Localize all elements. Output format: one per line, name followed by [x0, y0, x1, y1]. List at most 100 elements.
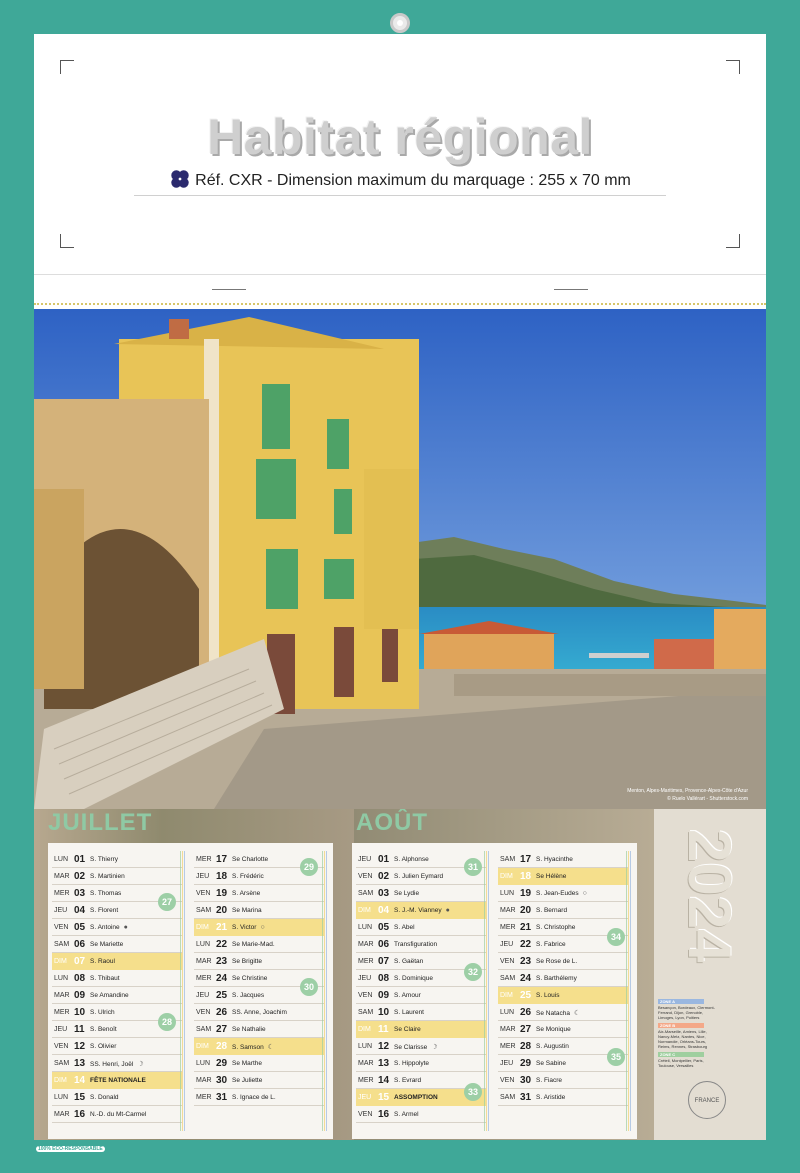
weekday: VEN: [196, 890, 211, 897]
saint-name: Se Nathalie: [232, 1026, 266, 1033]
day-row: MAR 27 Se Monique: [498, 1021, 628, 1038]
day-column: LUN 01 S. Thierry MAR 02 S. Martinien MER 03 S. …: [52, 851, 182, 1123]
page-title: Habitat régional: [207, 109, 593, 165]
day-number: 20: [216, 905, 228, 916]
weekday: MER: [358, 1077, 374, 1084]
weekday: MER: [196, 856, 212, 863]
year-label: 2024: [676, 829, 743, 963]
moon-phase-icon: ●: [445, 907, 450, 914]
day-row: LUN 26 Se Natacha ☾: [498, 1004, 628, 1021]
day-number: 04: [378, 905, 390, 916]
day-row: DIM 21 S. Victor ○: [194, 919, 324, 936]
day-number: 13: [74, 1058, 86, 1069]
saint-name: S. Benoît: [90, 1026, 117, 1033]
day-row: LUN 19 S. Jean-Eudes ○: [498, 885, 628, 902]
saint-name: Se Natacha ☾: [536, 1010, 581, 1017]
day-row: LUN 08 S. Thibaut: [52, 970, 182, 987]
weekday: SAM: [358, 890, 374, 897]
weekday: JEU: [196, 873, 210, 880]
calendar-grid: JUILLET AOÛT LUN 01 S. Thierry MAR 02 S. Mart…: [34, 809, 766, 1140]
day-number: 17: [520, 854, 532, 865]
saint-name: S. Ulrich: [90, 1009, 115, 1016]
moon-phase-icon: ☾: [573, 1010, 581, 1017]
weekday: LUN: [358, 1043, 373, 1050]
day-row: DIM 25 S. Louis: [498, 987, 628, 1004]
day-row: DIM 18 Se Hélène: [498, 868, 628, 885]
reference-text: Réf. CXR - Dimension maximum du marquage…: [195, 172, 631, 189]
weekday: MAR: [196, 958, 212, 965]
day-number: 16: [378, 1109, 390, 1120]
weekday: MER: [54, 1009, 70, 1016]
divider: [134, 195, 666, 196]
weekday: JEU: [358, 856, 372, 863]
saint-name: S. Louis: [536, 992, 560, 999]
zone-cities: Aix-Marseille, Amiens, Lille, Nancy-Metz…: [658, 1029, 708, 1049]
weekday: SAM: [54, 1060, 70, 1067]
saint-name: Se Amandine: [90, 992, 129, 999]
weekday: LUN: [500, 1009, 515, 1016]
saint-name: S. Aristide: [536, 1094, 566, 1101]
day-row: LUN 15 S. Donald: [52, 1089, 182, 1106]
weekday: DIM: [196, 1043, 209, 1050]
reference-line: Réf. CXR - Dimension maximum du marquage…: [34, 168, 766, 190]
day-number: 29: [216, 1058, 228, 1069]
saint-name: FÊTE NATIONALE: [90, 1077, 146, 1084]
saint-name: Se Marthe: [232, 1060, 262, 1067]
day-row: VEN 05 S. Antoine ●: [52, 919, 182, 936]
crop-mark: [60, 234, 74, 248]
landscape-photo: Menton, Alpes-Maritimes, Provence-Alpes-…: [34, 309, 766, 809]
menton-scene-image: [34, 309, 766, 809]
day-number: 08: [378, 973, 390, 984]
week-number-badge: 29: [300, 858, 318, 876]
zone-cities: Créteil, Montpellier, Paris, Toulouse, V…: [658, 1058, 704, 1068]
saint-name: Se Monique: [536, 1026, 571, 1033]
weekday: VEN: [500, 1077, 515, 1084]
weekday: VEN: [54, 1043, 69, 1050]
crop-mark: [726, 234, 740, 248]
day-row: VEN 12 S. Olivier: [52, 1038, 182, 1055]
saint-name: S. Martinien: [90, 873, 125, 880]
saint-name: S. Hyacinthe: [536, 856, 573, 863]
saint-name: S. Fiacre: [536, 1077, 563, 1084]
weekday: DIM: [500, 873, 513, 880]
moon-phase-icon: ○: [260, 924, 265, 931]
week-number-badge: 33: [464, 1083, 482, 1101]
saint-name: Transfiguration: [394, 941, 438, 948]
saint-name: Se Brigitte: [232, 958, 262, 965]
day-row: LUN 22 Se Marie-Mad.: [194, 936, 324, 953]
day-number: 28: [216, 1041, 228, 1052]
saint-name: Se Lydie: [394, 890, 420, 897]
weekday: SAM: [358, 1009, 374, 1016]
weekday: JEU: [500, 941, 514, 948]
weekday: DIM: [358, 907, 371, 914]
day-number: 12: [378, 1041, 390, 1052]
day-number: 11: [74, 1024, 85, 1035]
saint-name: S. Evrard: [394, 1077, 422, 1084]
weekday: VEN: [54, 924, 69, 931]
day-number: 05: [74, 922, 86, 933]
saint-name: S. Augustin: [536, 1043, 569, 1050]
day-row: SAM 06 Se Mariette: [52, 936, 182, 953]
day-row: VEN 09 S. Amour: [356, 987, 486, 1004]
week-number-badge: 31: [464, 858, 482, 876]
weekday: JEU: [54, 907, 68, 914]
weekday: JEU: [500, 1060, 514, 1067]
saint-name: Se Rose de L.: [536, 958, 578, 965]
day-row: MAR 09 Se Amandine: [52, 987, 182, 1004]
zone-label: ZONE A: [658, 999, 704, 1004]
day-number: 21: [216, 922, 228, 933]
weekday: VEN: [358, 1111, 373, 1118]
week-number-badge: 32: [464, 963, 482, 981]
weekday: MAR: [54, 873, 70, 880]
weekday: MER: [500, 1043, 516, 1050]
day-number: 20: [520, 905, 532, 916]
day-number: 10: [74, 1007, 86, 1018]
day-row: MAR 20 S. Bernard: [498, 902, 628, 919]
weekday: SAM: [196, 907, 212, 914]
day-row: DIM 28 S. Samson ☾: [194, 1038, 324, 1055]
school-holiday-stripes: [484, 851, 490, 1131]
saint-name: Se Marie-Mad.: [232, 941, 275, 948]
day-row: MAR 30 Se Juliette: [194, 1072, 324, 1089]
weekday: MAR: [500, 907, 516, 914]
day-number: 27: [520, 1024, 532, 1035]
